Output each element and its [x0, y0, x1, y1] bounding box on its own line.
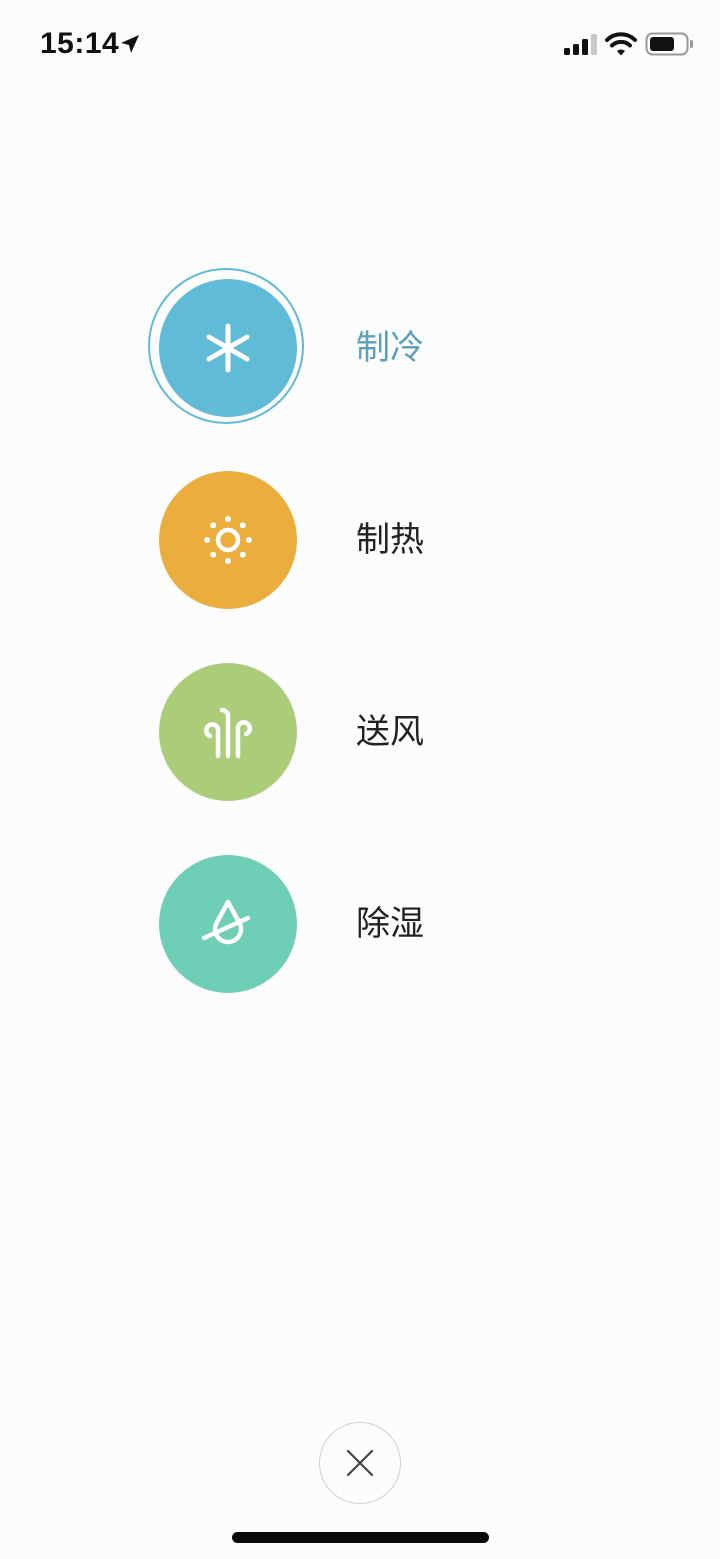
home-indicator	[232, 1532, 489, 1543]
mode-option-heat[interactable]: 制热	[148, 460, 568, 620]
mode-label: 制热	[356, 520, 424, 560]
snowflake-icon	[206, 323, 250, 373]
close-button[interactable]	[319, 1422, 401, 1504]
mode-label: 除湿	[356, 904, 424, 944]
dehumidify-drop-icon	[201, 899, 251, 945]
mode-option-dry[interactable]: 除湿	[148, 844, 568, 1004]
mode-icon-button[interactable]	[159, 471, 297, 609]
mode-icon-button[interactable]	[159, 279, 297, 417]
mode-icon-button[interactable]	[159, 663, 297, 801]
location-arrow-icon	[121, 35, 139, 53]
mode-label: 送风	[356, 712, 424, 752]
close-icon	[346, 1449, 374, 1477]
mode-option-cool[interactable]: 制冷	[148, 268, 568, 428]
wifi-icon	[605, 32, 637, 56]
mode-icon-button[interactable]	[159, 855, 297, 993]
mode-option-fan[interactable]: 送风	[148, 652, 568, 812]
status-bar: 15:14	[0, 0, 720, 90]
battery-icon	[645, 32, 693, 56]
cellular-signal-icon	[564, 34, 597, 55]
fan-wind-icon	[204, 707, 252, 759]
mode-label: 制冷	[356, 328, 424, 368]
status-time: 15:14	[40, 27, 120, 60]
sun-icon	[204, 516, 252, 564]
